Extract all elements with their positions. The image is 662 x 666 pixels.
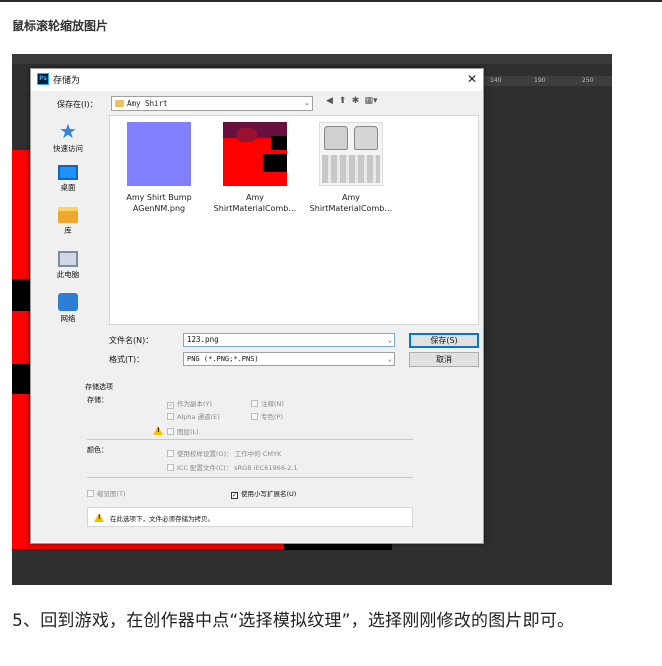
ruler-tick: 250 <box>582 77 594 84</box>
places-sidebar: ★ 快速访问 桌面 库 此电脑 网络 <box>31 115 105 385</box>
location-dropdown[interactable]: Amy Shirt ⌄ <box>111 96 313 111</box>
lowercase-extension-checkbox[interactable]: ✓ 使用小写扩展名(U) <box>231 488 296 499</box>
ruler-tick: 190 <box>534 77 546 84</box>
close-icon[interactable]: ✕ <box>465 71 479 87</box>
spot-checkbox[interactable]: 专色(P) <box>251 411 283 421</box>
article-caption: 5、回到游戏，在创作器中点“选择模拟纹理”，选择刚刚修改的图片即可。 <box>12 611 575 631</box>
file-item[interactable]: Amy ShirtMaterialComb… <box>304 122 398 214</box>
warning-text: 在此选项下，文件必须存储为拷贝。 <box>110 515 214 523</box>
save-as-dialog: Ps 存储为 ✕ 保存在(I)： Amy Shirt ⌄ ◀ ⬆ ✱ ▦▾ ★ 快速访… <box>30 68 484 544</box>
save-options-title: 存储选项 <box>85 383 113 391</box>
photoshop-ruler: 140 190 250 <box>482 76 612 86</box>
place-network[interactable]: 网络 <box>31 293 105 324</box>
chevron-down-icon[interactable]: ⌄ <box>388 353 392 365</box>
file-thumbnail <box>319 122 383 186</box>
save-button[interactable]: 保存(S) <box>409 333 479 348</box>
warning-note: 在此选项下，文件必须存储为拷贝。 <box>87 507 413 527</box>
use-proof-checkbox[interactable]: 使用校样设置(O)： 工作中的 CMYK <box>167 448 281 458</box>
folder-nav-toolbar: ◀ ⬆ ✱ ▦▾ <box>323 96 380 111</box>
top-divider <box>0 0 662 2</box>
place-label: 桌面 <box>60 183 76 192</box>
photoshop-toolbar <box>12 54 612 64</box>
warning-icon <box>94 513 104 522</box>
alpha-checkbox[interactable]: Alpha 通道(E) <box>167 411 220 421</box>
place-label: 此电脑 <box>56 270 80 279</box>
as-copy-checkbox[interactable]: ✓ 作为副本(Y) <box>167 398 212 409</box>
dialog-title: 存储为 <box>53 76 81 86</box>
file-thumbnail <box>223 122 287 186</box>
place-desktop[interactable]: 桌面 <box>31 165 105 193</box>
place-library[interactable]: 库 <box>31 207 105 236</box>
file-list[interactable]: Amy Shirt Bump AGenNM.png Amy ShirtMateria… <box>109 115 479 325</box>
folder-icon <box>115 100 124 107</box>
place-label: 快速访问 <box>53 144 83 153</box>
chevron-down-icon: ⌄ <box>304 99 310 107</box>
star-icon: ★ <box>59 119 77 143</box>
divider <box>87 477 413 478</box>
up-folder-icon[interactable]: ⬆ <box>336 96 349 106</box>
library-icon <box>58 207 78 223</box>
place-label: 库 <box>64 226 72 235</box>
file-item[interactable]: Amy Shirt Bump AGenNM.png <box>112 122 206 214</box>
filename-value: 123.png <box>187 335 219 344</box>
computer-icon <box>58 251 78 267</box>
back-icon[interactable]: ◀ <box>323 96 336 106</box>
save-in-label: 保存在(I)： <box>57 100 98 109</box>
color-label: 颜色： <box>87 446 108 454</box>
notes-checkbox[interactable]: 注释(N) <box>251 398 284 408</box>
new-folder-icon[interactable]: ✱ <box>349 96 362 106</box>
file-thumbnail <box>127 122 191 186</box>
network-icon <box>58 293 78 311</box>
format-select[interactable]: PNG (*.PNG;*.PNS) ⌄ <box>183 352 395 366</box>
file-item[interactable]: Amy ShirtMaterialComb… <box>208 122 302 214</box>
desktop-icon <box>58 165 78 180</box>
file-name: Amy ShirtMaterialComb… <box>309 193 393 213</box>
format-value: PNG (*.PNG;*.PNS) <box>187 355 259 363</box>
view-menu-icon[interactable]: ▦▾ <box>362 96 380 106</box>
photoshop-icon: Ps <box>37 73 49 85</box>
article-heading: 鼠标滚轮缩放图片 <box>12 19 109 33</box>
dialog-titlebar[interactable]: Ps 存储为 ✕ <box>31 69 483 91</box>
location-value: Amy Shirt <box>127 99 168 108</box>
icc-profile-checkbox[interactable]: ICC 配置文件(C)： sRGB IEC61966-2.1 <box>167 462 298 472</box>
page: 鼠标滚轮缩放图片 140 190 250 Ps 存储为 ✕ 保存在(I)： Am… <box>0 0 662 666</box>
chevron-down-icon[interactable]: ⌄ <box>388 334 392 346</box>
place-label: 网络 <box>60 314 76 323</box>
thumbnail-checkbox[interactable]: 缩览图(T) <box>87 488 126 498</box>
place-quick-access[interactable]: ★ 快速访问 <box>31 121 105 154</box>
layers-checkbox[interactable]: 图层(L) <box>167 426 199 436</box>
ruler-tick: 140 <box>490 77 502 84</box>
cancel-button[interactable]: 取消 <box>409 352 479 367</box>
store-label: 存储： <box>87 396 108 404</box>
place-this-pc[interactable]: 此电脑 <box>31 251 105 280</box>
file-name: Amy Shirt Bump AGenNM.png <box>126 193 192 213</box>
warning-icon <box>153 426 163 435</box>
filename-label: 文件名(N)： <box>109 336 154 345</box>
file-name: Amy ShirtMaterialComb… <box>213 193 297 213</box>
format-label: 格式(T)： <box>109 355 145 364</box>
filename-input[interactable]: 123.png ⌄ <box>183 333 395 347</box>
divider <box>87 439 413 440</box>
